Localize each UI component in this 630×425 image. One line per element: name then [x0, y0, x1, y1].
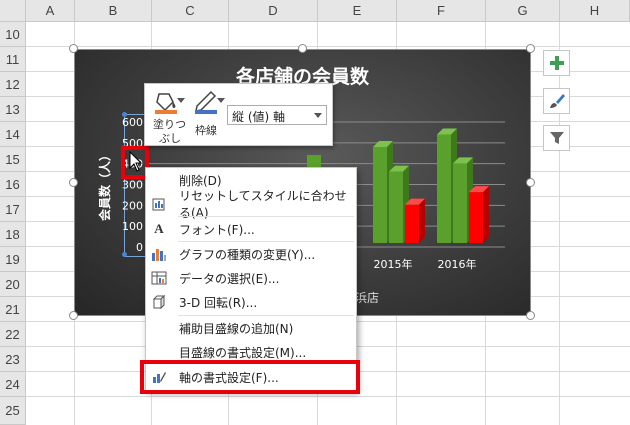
x-tick-labels: 2015年 2016年 [374, 257, 477, 271]
resize-handle-sw[interactable] [69, 311, 78, 320]
row-header-23[interactable]: 23 [0, 347, 26, 372]
grid-line [559, 22, 560, 425]
menu-item-add-minor-gridlines[interactable]: 補助目盛線の追加(N) [146, 316, 356, 340]
row-header-11[interactable]: 11 [0, 47, 26, 72]
menu-item-label: 3-D 回転(R)... [179, 295, 258, 310]
row-header-15[interactable]: 15 [0, 147, 26, 172]
column-header-d[interactable]: D [229, 0, 318, 22]
menu-item-label: フォント(F)... [179, 222, 255, 237]
fill-button[interactable]: 塗りつ ぶし [149, 88, 187, 145]
grid-line [26, 46, 630, 47]
row-header-22[interactable]: 22 [0, 322, 26, 347]
column-header-b[interactable]: B [75, 0, 152, 22]
menu-item-label: 削除(D) [179, 173, 222, 188]
reset-style-icon [151, 196, 167, 212]
bar [405, 204, 419, 243]
chart-styles-button[interactable] [543, 88, 570, 114]
x-tick-label: 2015年 [374, 257, 413, 271]
bar [373, 147, 387, 243]
menu-item-select-data[interactable]: データの選択(E)... [146, 266, 356, 290]
column-header-g[interactable]: G [486, 0, 560, 22]
menu-item-font[interactable]: A フォント(F)... [146, 217, 356, 241]
select-all-corner[interactable] [0, 0, 26, 22]
chart-element-select-value: 縦 (値) 軸 [232, 110, 285, 124]
menu-item-label: データの選択(E)... [179, 271, 280, 286]
mouse-cursor-icon [129, 151, 143, 172]
row-header-18[interactable]: 18 [0, 222, 26, 247]
row-header-13[interactable]: 13 [0, 97, 26, 122]
column-header-f[interactable]: F [397, 0, 486, 22]
chevron-down-icon [314, 113, 322, 118]
row-header-14[interactable]: 14 [0, 122, 26, 147]
resize-handle-e[interactable] [526, 178, 535, 187]
row-header-16[interactable]: 16 [0, 172, 26, 197]
chevron-down-icon [217, 98, 225, 103]
row-header-10[interactable]: 10 [0, 22, 26, 47]
grid-line [26, 396, 630, 397]
menu-item-label: 目盛線の書式設定(M)... [179, 345, 307, 360]
row-header-25[interactable]: 25 [0, 397, 26, 425]
chart-filters-button[interactable] [543, 125, 570, 151]
bar [437, 134, 451, 243]
chevron-down-icon [177, 98, 185, 103]
menu-item-change-chart-type[interactable]: グラフの種類の変更(Y)... [146, 242, 356, 266]
bar-side [419, 198, 425, 243]
menu-item-reset-style[interactable]: リセットしてスタイルに合わせる(A) [146, 189, 356, 220]
y-tick-label: 300 [122, 179, 143, 192]
row-header-21[interactable]: 21 [0, 297, 26, 322]
chart-element-select[interactable]: 縦 (値) 軸 [227, 105, 327, 125]
bar [469, 192, 483, 243]
row-header-12[interactable]: 12 [0, 72, 26, 97]
row-header-20[interactable]: 20 [0, 272, 26, 297]
y-tick-label: 600 [122, 116, 143, 129]
menu-item-3d-rotation[interactable]: 3-D 回転(R)... [146, 290, 356, 314]
column-header-e[interactable]: E [318, 0, 397, 22]
column-header-a[interactable]: A [26, 0, 75, 22]
column-header-h[interactable]: H [560, 0, 630, 22]
y-tick-label: 0 [136, 241, 143, 254]
resize-handle-se[interactable] [526, 311, 535, 320]
outline-button[interactable]: 枠線 [189, 88, 225, 144]
menu-item-label: 補助目盛線の追加(N) [179, 321, 294, 336]
y-tick-labels: 6005004003002001000 [122, 116, 143, 254]
plus-icon [549, 56, 564, 70]
outline-label: 枠線 [195, 124, 217, 137]
column-header-c[interactable]: C [152, 0, 229, 22]
bar-side [483, 186, 489, 243]
font-icon: A [154, 221, 164, 236]
3d-rotation-icon [151, 294, 167, 310]
bar [453, 163, 467, 243]
fill-label-2: ぶし [159, 132, 181, 145]
format-axis-highlight [140, 360, 360, 394]
brush-icon [549, 94, 565, 108]
mini-toolbar: 塗りつ ぶし 枠線 縦 (値) 軸 [144, 83, 333, 146]
y-tick-label: 200 [122, 199, 143, 212]
y-tick-label: 100 [122, 220, 143, 233]
select-data-icon [151, 270, 167, 286]
resize-handle-nw[interactable] [69, 44, 78, 53]
row-header-24[interactable]: 24 [0, 372, 26, 397]
menu-item-label: グラフの種類の変更(Y)... [179, 247, 316, 262]
change-chart-type-icon [151, 246, 167, 262]
x-tick-label: 2016年 [438, 257, 477, 271]
resize-handle-ne[interactable] [526, 44, 535, 53]
chart-elements-button[interactable] [543, 50, 570, 76]
bar [389, 171, 403, 243]
filter-icon [549, 132, 564, 144]
resize-handle-w[interactable] [69, 178, 78, 187]
resize-handle-n[interactable] [298, 44, 307, 53]
context-menu: 削除(D) リセットしてスタイルに合わせる(A) A フォント(F)... グラ… [145, 167, 357, 391]
row-header-17[interactable]: 17 [0, 197, 26, 222]
row-header-19[interactable]: 19 [0, 247, 26, 272]
